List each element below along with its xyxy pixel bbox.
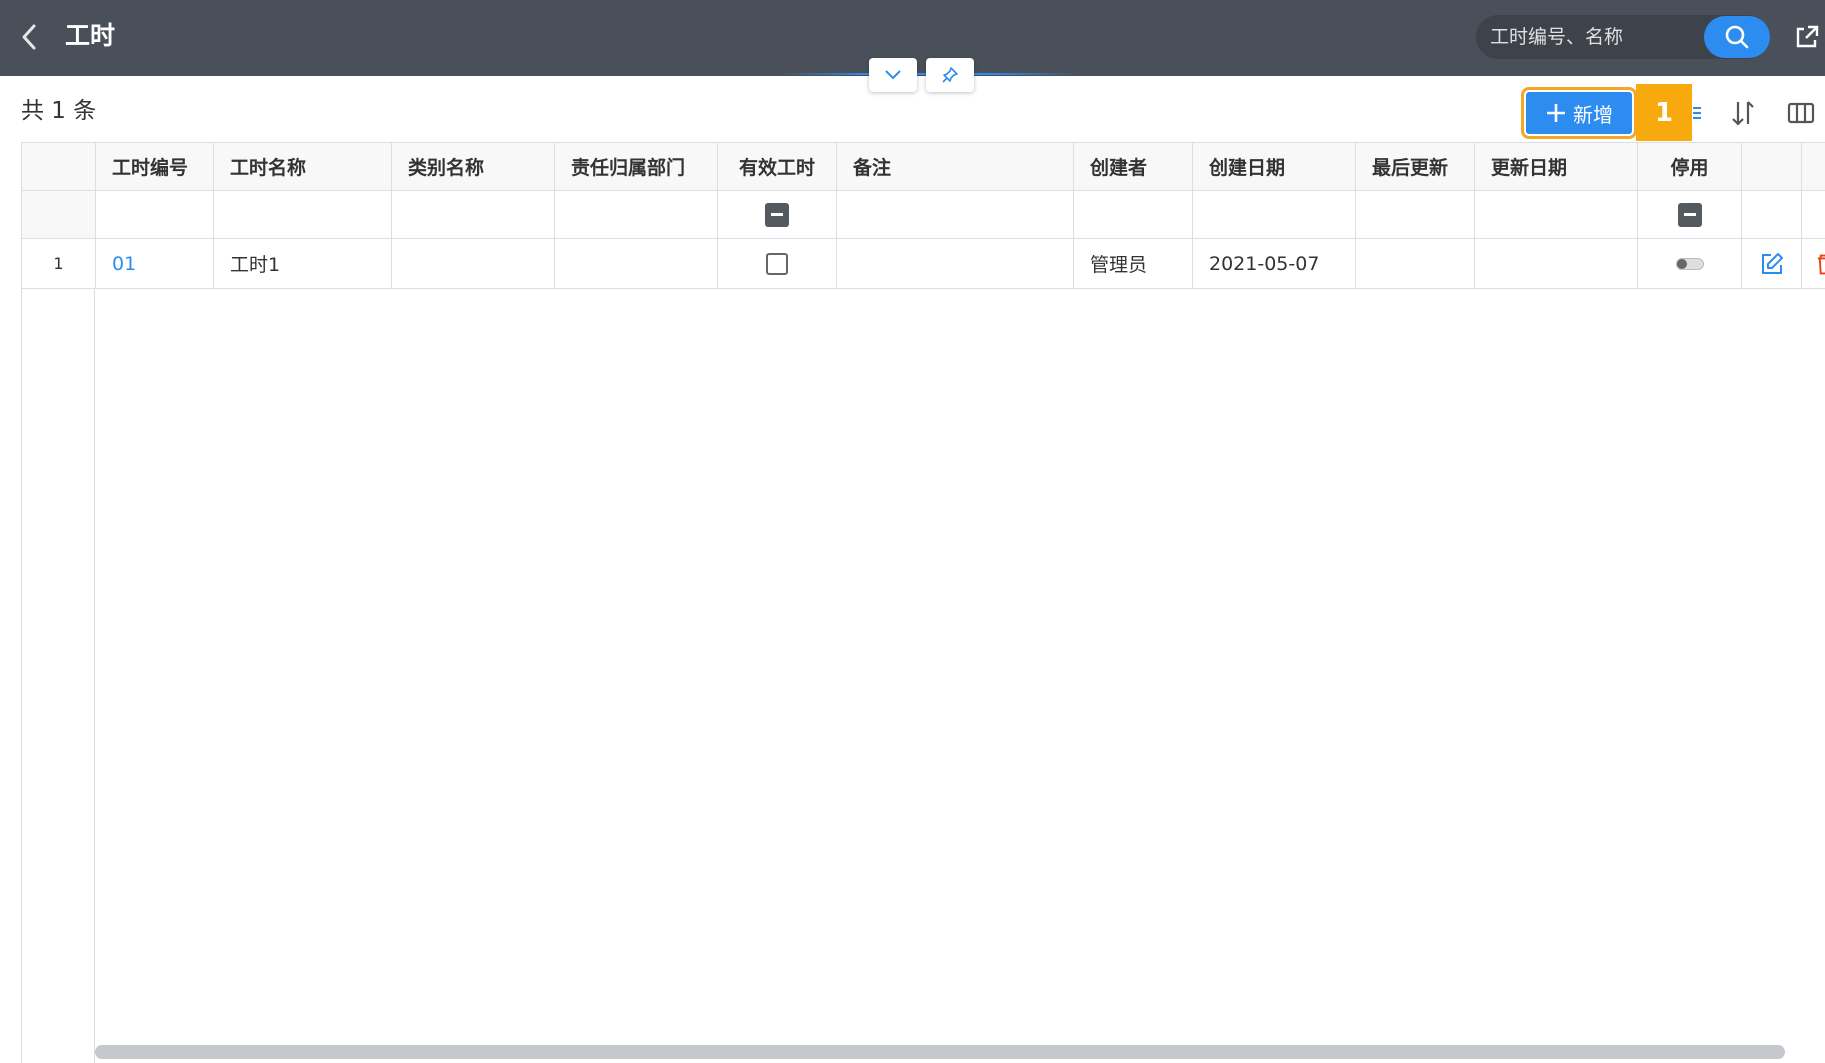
total-count: 共 1 条 (21, 98, 97, 124)
edit-cell (1742, 239, 1802, 289)
columns-button[interactable] (1784, 97, 1818, 129)
edit-icon[interactable] (1759, 251, 1785, 277)
filter-cell[interactable] (555, 191, 718, 239)
filter-cell (1802, 191, 1825, 239)
plus-icon (1547, 104, 1565, 122)
code-link[interactable]: 01 (96, 239, 214, 289)
department-cell (555, 239, 718, 289)
pin-icon (942, 67, 958, 83)
filter-index-cell (22, 191, 96, 239)
sort-icon (1732, 101, 1754, 126)
column-header[interactable]: 类别名称 (392, 143, 555, 191)
disabled-toggle[interactable] (1675, 257, 1704, 270)
add-button[interactable]: 新增 (1521, 87, 1637, 139)
delete-icon[interactable] (1816, 252, 1825, 276)
search-box (1476, 15, 1770, 59)
page-title: 工时 (65, 21, 116, 50)
callout-badge: 1 (1636, 84, 1692, 141)
filter-cell[interactable] (1356, 191, 1475, 239)
table-filter-row (22, 191, 1825, 239)
table-header-row: 工时编号 工时名称 类别名称 责任归属部门 有效工时 备注 创建者 创建日期 最… (22, 143, 1825, 191)
updated-date-cell (1475, 239, 1638, 289)
delete-cell (1802, 239, 1825, 289)
creator-cell: 管理员 (1074, 239, 1193, 289)
column-header[interactable]: 有效工时 (718, 143, 837, 191)
pin-button[interactable] (926, 58, 974, 92)
valid-hours-checkbox[interactable] (766, 252, 788, 275)
column-header[interactable]: 工时名称 (214, 143, 392, 191)
action-header (1742, 143, 1802, 191)
data-table: 工时编号 工时名称 类别名称 责任归属部门 有效工时 备注 创建者 创建日期 最… (21, 142, 1825, 1063)
search-input[interactable] (1490, 15, 1690, 59)
column-header[interactable]: 最后更新 (1356, 143, 1475, 191)
search-icon (1725, 25, 1749, 49)
horizontal-scrollbar[interactable] (95, 1045, 1785, 1059)
name-cell: 工时1 (214, 239, 392, 289)
collapse-button[interactable] (869, 58, 917, 92)
external-link-icon (1796, 25, 1819, 48)
filter-cell (1638, 191, 1742, 239)
filter-cell[interactable] (1475, 191, 1638, 239)
index-header (22, 143, 96, 191)
filter-icon (1693, 107, 1701, 119)
indeterminate-checkbox[interactable] (1677, 202, 1702, 227)
filter-cell[interactable] (837, 191, 1074, 239)
filter-cell (1742, 191, 1802, 239)
filter-button[interactable] (1690, 97, 1704, 129)
back-button[interactable] (14, 20, 44, 54)
export-button[interactable] (1792, 22, 1822, 52)
columns-icon (1787, 102, 1815, 124)
table-row[interactable]: 1 01 工时1 管理员 2021-05-07 (22, 239, 1825, 289)
chevron-down-icon (885, 70, 901, 80)
column-header[interactable]: 创建日期 (1193, 143, 1356, 191)
indeterminate-checkbox[interactable] (765, 202, 789, 227)
created-date-cell: 2021-05-07 (1193, 239, 1356, 289)
category-cell (392, 239, 555, 289)
valid-hours-cell (718, 239, 837, 289)
column-header[interactable]: 更新日期 (1475, 143, 1638, 191)
filter-cell[interactable] (1193, 191, 1356, 239)
spacer-header (1802, 143, 1825, 191)
disabled-cell (1638, 239, 1742, 289)
column-header[interactable]: 停用 (1638, 143, 1742, 191)
index-column-fill (22, 289, 95, 1063)
filter-cell[interactable] (214, 191, 392, 239)
chevron-left-icon (22, 24, 36, 50)
column-header[interactable]: 工时编号 (96, 143, 214, 191)
filter-cell[interactable] (96, 191, 214, 239)
row-index: 1 (22, 239, 96, 289)
column-header[interactable]: 创建者 (1074, 143, 1193, 191)
add-button-label: 新增 (1573, 102, 1613, 127)
column-header[interactable]: 备注 (837, 143, 1074, 191)
sort-button[interactable] (1726, 97, 1760, 129)
last-updater-cell (1356, 239, 1475, 289)
remark-cell (837, 239, 1074, 289)
filter-cell[interactable] (392, 191, 555, 239)
filter-cell[interactable] (1074, 191, 1193, 239)
filter-cell (718, 191, 837, 239)
search-button[interactable] (1704, 16, 1770, 58)
column-header[interactable]: 责任归属部门 (555, 143, 718, 191)
